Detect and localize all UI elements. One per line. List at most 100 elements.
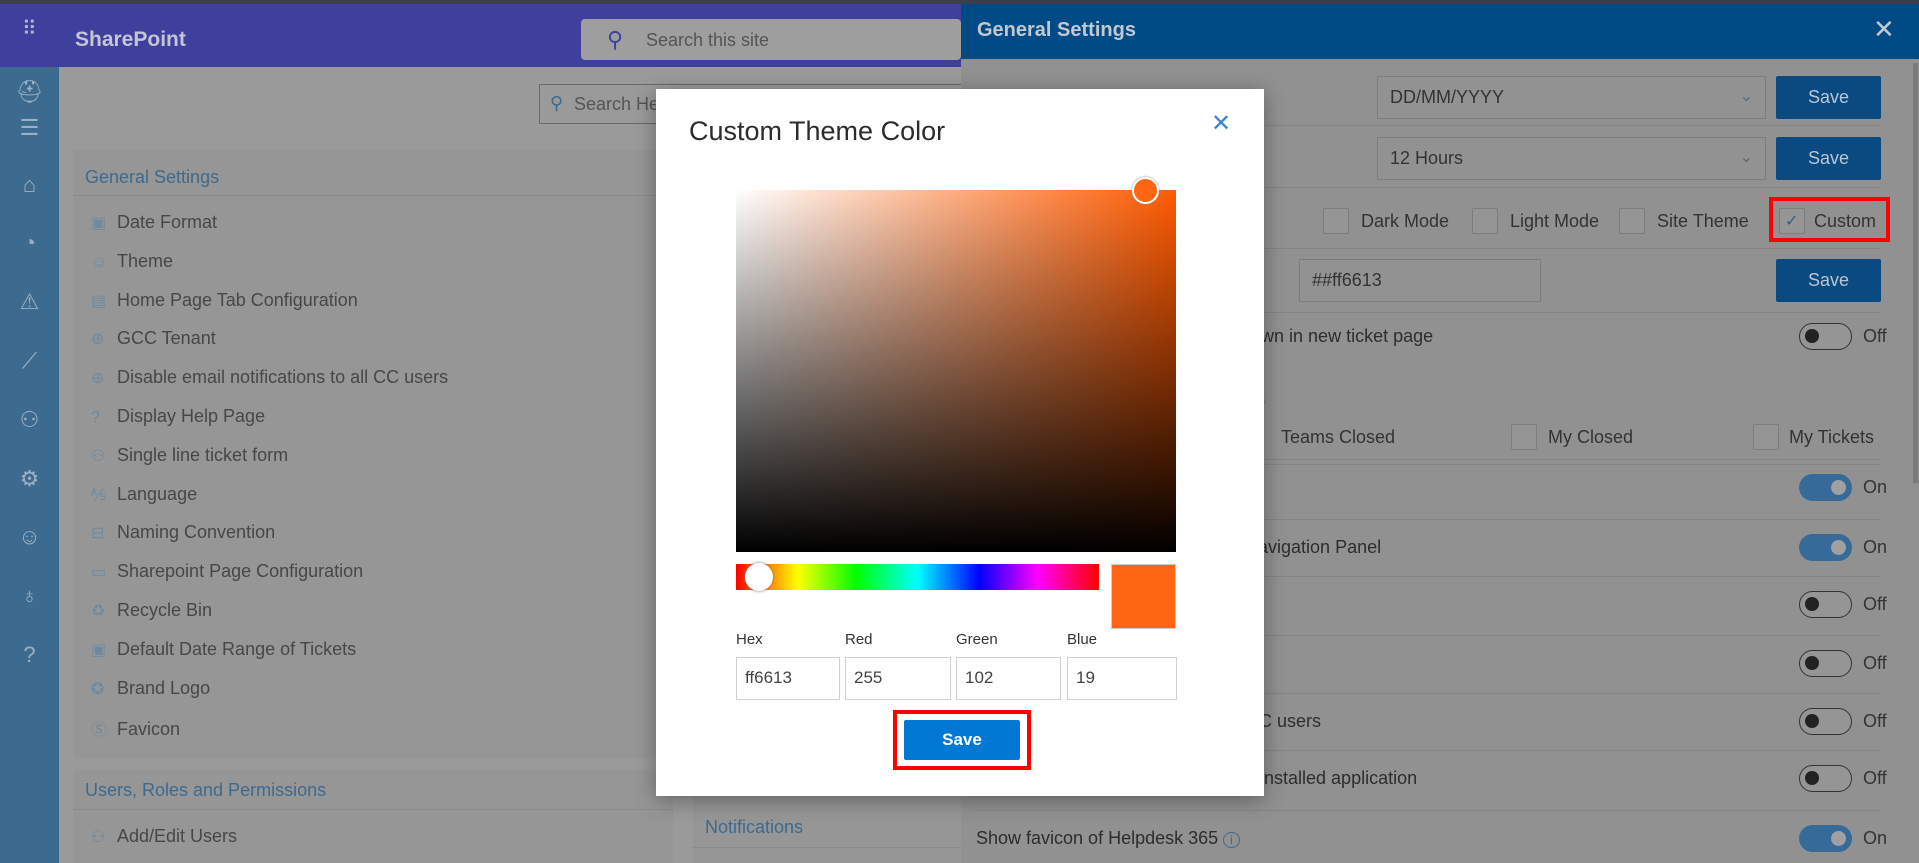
toggle-switch[interactable] (1799, 474, 1852, 501)
helpdesk-icon[interactable]: ⛑ (0, 79, 59, 105)
panel-title: General Settings (977, 19, 1136, 41)
gear-icon[interactable]: ⚙ (0, 466, 59, 492)
settings-item[interactable]: Ⓢ Favicon (91, 716, 180, 740)
date-format-dropdown[interactable]: DD/MM/YYYY ⌄ (1377, 76, 1766, 119)
settings-item[interactable]: ♻ Recycle Bin (91, 600, 212, 621)
settings-item[interactable]: ☺ Theme (91, 251, 173, 272)
card-heading: Users, Roles and Permissions (85, 780, 327, 800)
settings-item[interactable]: ⊕ GCC Tenant (91, 328, 216, 349)
time-format-dropdown[interactable]: 12 Hours ⌄ (1377, 137, 1766, 180)
toggle-switch[interactable] (1799, 708, 1852, 735)
translate-icon: ⅍ (91, 486, 107, 504)
theme-checkbox[interactable] (1472, 208, 1498, 234)
tab-option-label: My Tickets (1789, 427, 1875, 447)
field-label: Blue (1067, 631, 1098, 648)
chart-icon[interactable]: ⟋ (0, 348, 59, 374)
setting-label: s installed application (1246, 768, 1418, 788)
close-icon[interactable]: ✕ (1211, 109, 1231, 138)
window-icon: ▭ (91, 564, 107, 582)
info-icon[interactable]: i (1223, 832, 1240, 848)
settings-item[interactable]: ⊕ Disable email notifications to all CC u… (91, 367, 448, 388)
app-launcher-icon[interactable]: ⠿ (22, 19, 46, 39)
badge-check-icon: ✪ (91, 680, 105, 698)
notifications-card: Notifications (693, 790, 961, 863)
theme-option-label: Light Mode (1510, 211, 1600, 231)
custom-highlight (1769, 197, 1890, 242)
users-icon[interactable]: ⚇ (0, 407, 59, 433)
settings-item[interactable]: ▣ Default Date Range of Tickets (91, 639, 356, 660)
settings-item[interactable]: ⅍ Language (91, 484, 197, 505)
save-date-format-button[interactable]: Save (1776, 76, 1881, 119)
settings-item[interactable]: ▭ Sharepoint Page Configuration (91, 561, 363, 582)
sharepoint-icon: Ⓢ (91, 722, 108, 740)
divider (975, 810, 1880, 811)
custom-color-input[interactable]: ##ff6613 (1299, 259, 1541, 302)
color-hex-input[interactable]: ff6613 (736, 657, 840, 700)
help-icon[interactable]: ? (0, 642, 59, 668)
calendar-clock-icon: ▣ (91, 215, 107, 232)
custom-theme-color-dialog: Custom Theme Color ✕ Hex ff6613 Red 255 Gree… (656, 89, 1264, 796)
toggle-state: Off (1863, 653, 1887, 673)
scrollbar[interactable] (1913, 63, 1918, 483)
search-icon: ⚲ (550, 93, 564, 113)
palette-icon: ☺ (91, 253, 108, 271)
toggle-state: Off (1863, 711, 1887, 731)
dashboard-icon[interactable]: ◔ (0, 230, 59, 256)
menu-icon[interactable]: ☰ (0, 115, 59, 141)
toggle-switch[interactable] (1799, 591, 1852, 618)
save-color-button[interactable]: Save (904, 720, 1020, 760)
field-label: Red (845, 631, 873, 648)
hue-slider[interactable] (736, 564, 1099, 590)
toggle-state: On (1863, 477, 1888, 497)
saturation-value-picker[interactable] (736, 190, 1176, 552)
toggle-switch[interactable] (1799, 765, 1852, 792)
save-time-format-button[interactable]: Save (1776, 137, 1881, 180)
field-label: Green (956, 631, 998, 648)
palette-icon[interactable]: ☺ (0, 524, 59, 550)
theme-checkbox[interactable] (1619, 208, 1645, 234)
toggle-switch[interactable] (1799, 534, 1852, 561)
chevron-down-icon: ⌄ (1739, 149, 1753, 166)
toggle-switch[interactable] (1799, 825, 1852, 852)
lightbulb-icon[interactable]: ♁ (0, 583, 59, 609)
close-icon[interactable]: ✕ (1873, 14, 1895, 45)
settings-item[interactable]: ▣ Date Format (91, 212, 217, 233)
toggle-state: Off (1863, 594, 1887, 614)
theme-checkbox[interactable] (1323, 208, 1349, 234)
color-red-input[interactable]: 255 (845, 657, 951, 700)
search-icon: ⚲ (607, 27, 624, 52)
divider (73, 809, 673, 810)
hue-slider-handle[interactable] (745, 563, 773, 591)
color-green-input[interactable]: 102 (956, 657, 1061, 700)
tab-checkbox[interactable] (1753, 424, 1779, 450)
globe-icon: ⊕ (91, 370, 105, 388)
general-settings-card: General Settings ▣ Date Format ☺ Theme ▤ Home… (73, 150, 673, 759)
users-roles-card: Users, Roles and Permissions ⚇ Add/Edit U… (73, 769, 673, 863)
settings-item[interactable]: ✪ Brand Logo (91, 678, 210, 699)
theme-option-label: Site Theme (1657, 211, 1749, 231)
alert-icon[interactable]: ⚠ (0, 289, 59, 315)
home-icon[interactable]: ⌂ (0, 172, 59, 198)
save-custom-color-button[interactable]: Save (1776, 259, 1881, 302)
toggle-state: Off (1863, 768, 1887, 788)
settings-item[interactable]: ▤ Home Page Tab Configuration (91, 290, 358, 311)
left-rail: ⛑ ☰ ⌂ ◔ ⚠ ⟋ ⚇ ⚙ ☺ ♁ ? (0, 67, 59, 863)
settings-item[interactable]: ⊟ Naming Convention (91, 522, 275, 543)
app-name[interactable]: SharePoint (75, 28, 186, 52)
divider (73, 195, 673, 196)
save-highlight: Save (893, 710, 1031, 770)
color-blue-input[interactable]: 19 (1067, 657, 1177, 700)
color-preview-swatch (1111, 564, 1176, 629)
settings-item-add-edit-users[interactable]: ⚇ Add/Edit Users (91, 826, 237, 847)
tab-checkbox[interactable] (1511, 424, 1537, 450)
settings-item[interactable]: ? Display Help Page (91, 406, 265, 427)
people-icon: ⚇ (91, 829, 106, 846)
card-heading: General Settings (85, 167, 220, 187)
settings-item[interactable]: ⚇ Single line ticket form (91, 445, 288, 466)
toggle-switch[interactable] (1799, 650, 1852, 677)
document-icon: ▤ (91, 292, 107, 310)
toggle-switch[interactable] (1799, 323, 1852, 350)
site-search-box[interactable]: ⚲ Search this site (581, 19, 961, 60)
color-picker-handle[interactable] (1132, 177, 1159, 204)
divider (693, 847, 961, 848)
